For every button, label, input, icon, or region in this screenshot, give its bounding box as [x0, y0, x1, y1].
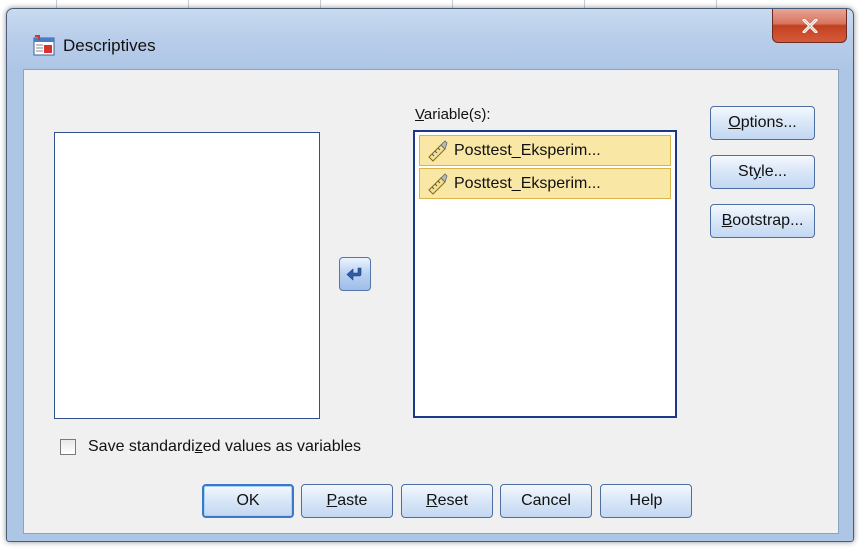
bootstrap-label-post: ootstrap...	[732, 212, 804, 229]
close-button[interactable]	[772, 9, 847, 43]
ok-button[interactable]: OK	[202, 484, 294, 518]
style-button[interactable]: St y le...	[710, 155, 815, 189]
source-variable-list[interactable]	[54, 132, 320, 419]
selected-variable-list[interactable]: Posttest_Eksperim... Posttest_Eksperim..…	[413, 130, 677, 418]
reset-label-post: eset	[437, 492, 468, 509]
descriptives-dialog: Descriptives Variable(s): Posttest_Ekspe…	[6, 8, 854, 542]
style-label-mnemonic: y	[753, 163, 762, 180]
close-icon	[802, 18, 817, 33]
variable-name: Posttest_Eksperim...	[454, 174, 601, 192]
options-button[interactable]: Options...	[710, 106, 815, 140]
save-standardized-checkbox[interactable]	[60, 439, 76, 455]
scale-ruler-icon	[428, 172, 448, 195]
scale-ruler-icon	[428, 139, 448, 162]
checkbox-label-post: ed values as variables	[202, 438, 362, 455]
descriptives-app-icon	[33, 35, 55, 56]
variables-label-mnemonic: V	[415, 106, 424, 123]
checkbox-label-pre: Save standardi	[88, 438, 195, 455]
variables-label-rest: ariable(s):	[423, 106, 491, 123]
paste-label-mnemonic: P	[326, 492, 338, 509]
save-standardized-row[interactable]: Save standardized values as variables	[60, 438, 361, 456]
variables-label: Variable(s):	[415, 106, 491, 123]
paste-button[interactable]: Paste	[301, 484, 393, 518]
style-label-pre: St	[738, 163, 754, 180]
bootstrap-button[interactable]: Bootstrap...	[710, 204, 815, 238]
cancel-label: Cancel	[521, 492, 571, 509]
cancel-button[interactable]: Cancel	[500, 484, 592, 518]
options-label-mnemonic: O	[728, 114, 741, 131]
help-button[interactable]: Help	[600, 484, 692, 518]
reset-label-mnemonic: R	[426, 492, 438, 509]
dialog-body: Variable(s): Posttest_Eksperim... Postte…	[23, 69, 839, 534]
move-variable-button[interactable]	[339, 257, 371, 291]
help-label: Help	[629, 492, 663, 509]
options-label-post: ptions...	[740, 114, 797, 131]
title-bar[interactable]: Descriptives	[7, 9, 853, 69]
arrow-left-icon	[346, 267, 362, 281]
checkbox-label-mnemonic: z	[194, 438, 203, 455]
variable-name: Posttest_Eksperim...	[454, 141, 601, 159]
window-title: Descriptives	[63, 36, 156, 55]
list-item[interactable]: Posttest_Eksperim...	[419, 168, 671, 199]
save-standardized-label[interactable]: Save standardized values as variables	[88, 438, 361, 456]
list-item[interactable]: Posttest_Eksperim...	[419, 135, 671, 166]
ok-label: OK	[236, 492, 260, 509]
style-label-post: le...	[761, 163, 787, 180]
paste-label-post: aste	[337, 492, 368, 509]
bootstrap-label-mnemonic: B	[721, 212, 733, 229]
reset-button[interactable]: Reset	[401, 484, 493, 518]
